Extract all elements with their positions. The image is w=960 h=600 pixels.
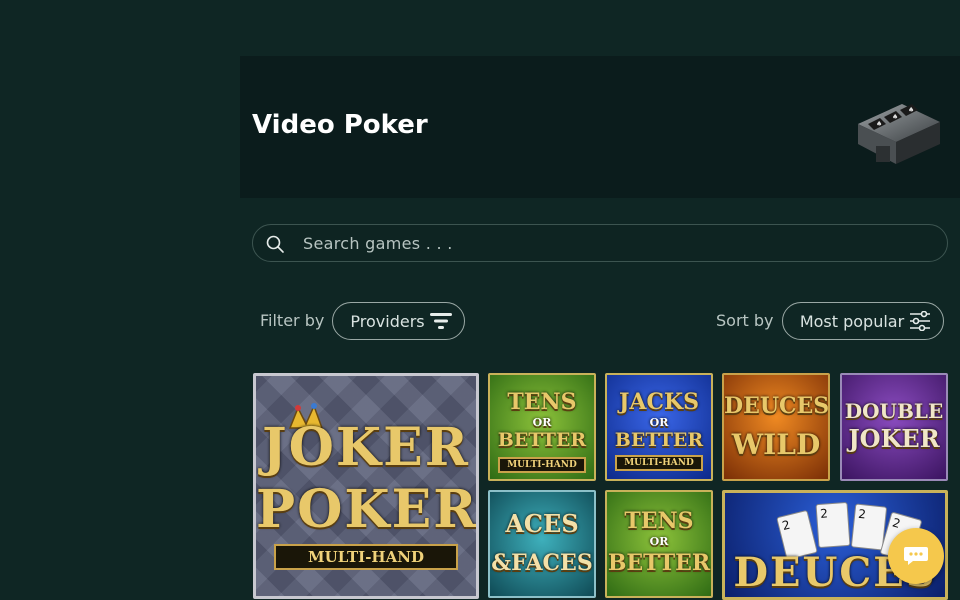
sidebar [0, 56, 240, 600]
game-title-line2: &FACES [491, 550, 593, 576]
sort-selected-label: Most popular [799, 311, 905, 331]
game-title-line1: ACES [505, 509, 579, 538]
sort-dropdown[interactable]: Most popular [782, 302, 944, 340]
page-title: Video Poker [252, 110, 428, 140]
game-title-line1: DOUBLE [844, 399, 944, 423]
game-title-mid: OR [649, 535, 669, 548]
category-header: Video Poker ♠ ♠ ♠ [240, 56, 960, 198]
filter-funnel-icon [430, 313, 452, 329]
chat-bubble-icon [904, 547, 928, 565]
sort-label: Sort by [716, 311, 774, 330]
game-title-line1: JOKER [262, 417, 470, 478]
game-title-line2: BETTER [614, 429, 704, 451]
svg-text:♠: ♠ [876, 120, 882, 128]
chat-button[interactable] [888, 528, 944, 584]
svg-text:♠: ♠ [892, 113, 898, 121]
game-tile-jacks-or-better-multi-hand[interactable]: JACKS OR BETTER MULTI-HAND [605, 373, 713, 481]
game-tile-double-joker[interactable]: DOUBLE JOKER [840, 373, 948, 481]
game-tile-tens-or-better[interactable]: TENS OR BETTER [605, 490, 713, 598]
game-subtitle: MULTI-HAND [615, 455, 703, 471]
top-bar [0, 0, 960, 56]
search-bar[interactable] [252, 224, 948, 262]
game-tile-aces-and-faces[interactable]: ACES &FACES [488, 490, 596, 598]
svg-text:♠: ♠ [908, 106, 914, 114]
game-title-line2: WILD [731, 428, 821, 461]
game-title-line1: TENS [507, 389, 577, 415]
game-title-line2: BETTER [497, 429, 587, 451]
game-title-line2: POKER [256, 479, 479, 540]
game-title-mid: OR [649, 416, 669, 429]
game-title-line2: JOKER [848, 424, 940, 453]
playing-card: 2 [815, 501, 851, 549]
providers-filter-button[interactable]: Providers [332, 302, 465, 340]
sliders-icon [910, 311, 930, 331]
game-title-mid: OR [532, 416, 552, 429]
game-title-line1: DEUCES [724, 393, 830, 419]
search-icon [266, 235, 284, 253]
game-tile-deuces-wild[interactable]: DEUCES WILD [722, 373, 830, 481]
game-title-line2: BETTER [607, 550, 711, 576]
game-subtitle: MULTI-HAND [273, 544, 459, 570]
game-title-line1: TENS [624, 508, 694, 534]
game-tile-tens-or-better-multi-hand[interactable]: TENS OR BETTER MULTI-HAND [488, 373, 596, 481]
game-subtitle: MULTI-HAND [498, 457, 586, 473]
page: Video Poker ♠ ♠ ♠ Filter by [0, 0, 960, 600]
game-title-line1: JACKS [619, 389, 699, 415]
providers-filter-label: Providers [350, 311, 425, 331]
video-poker-machine-icon: ♠ ♠ ♠ [858, 104, 940, 164]
filter-label: Filter by [260, 311, 325, 330]
game-tile-joker-poker-multi-hand[interactable]: JOKER POKER MULTI-HAND [253, 373, 479, 599]
search-input[interactable] [303, 231, 923, 255]
